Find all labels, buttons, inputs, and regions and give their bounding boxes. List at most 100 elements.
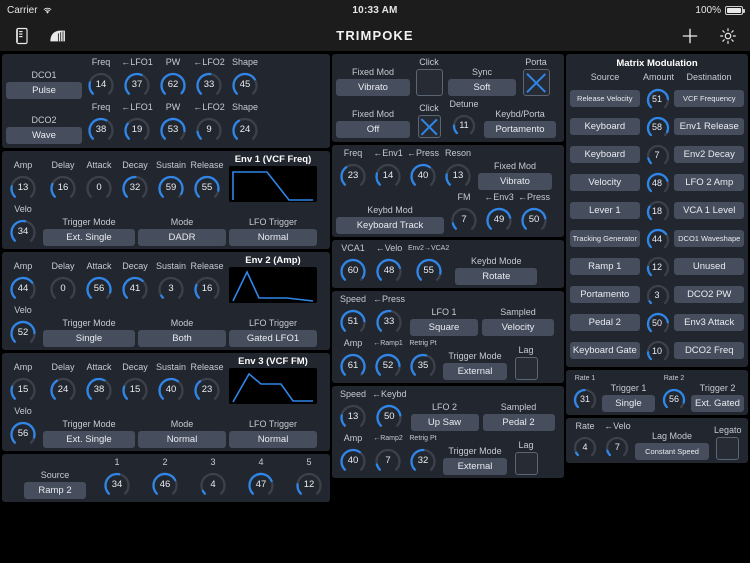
matrix-destination-button[interactable]: DCO2 PW — [674, 286, 745, 303]
matrix-source-button[interactable]: Tracking Generator — [570, 230, 640, 247]
env2-release-knob[interactable]: 16 — [190, 273, 224, 303]
vcf-press-knob[interactable]: 40 — [406, 160, 440, 190]
vcf-fm-knob[interactable]: 7 — [447, 204, 481, 234]
matrix-destination-button[interactable]: Unused — [674, 258, 745, 275]
dco1-fixedmod-button[interactable]: Vibrato — [336, 79, 410, 96]
env3-decay-knob[interactable]: 15 — [118, 374, 152, 404]
matrix-destination-button[interactable]: Env3 Attack — [674, 314, 745, 331]
env3-delay-knob[interactable]: 24 — [46, 374, 80, 404]
env3-release-knob[interactable]: 23 — [190, 374, 224, 404]
dco2-shape-knob[interactable]: 24 — [228, 114, 262, 144]
lfo1-sampled-button[interactable]: Velocity — [482, 319, 554, 336]
vcf-env1-knob[interactable]: 14 — [371, 160, 405, 190]
matrix-amount-knob[interactable]: 51 — [643, 85, 672, 112]
dco1-shape-knob[interactable]: 45 — [228, 69, 262, 99]
lfo1-press-knob[interactable]: 33 — [372, 306, 406, 336]
dco2-click-checkbox[interactable] — [417, 115, 441, 138]
dco2-pw-knob[interactable]: 53 — [156, 114, 190, 144]
rate2-knob[interactable]: 56 — [659, 385, 689, 412]
env1-mode-button[interactable]: DADR — [138, 229, 226, 246]
lfo2-retrig-knob[interactable]: 32 — [406, 445, 440, 475]
tracking-source-button[interactable]: Ramp 2 — [24, 482, 86, 499]
porta-velo-knob[interactable]: 7 — [602, 433, 632, 460]
legato-checkbox[interactable] — [716, 437, 740, 460]
matrix-destination-button[interactable]: VCF Frequency — [674, 90, 745, 107]
matrix-source-button[interactable]: Velocity — [570, 174, 640, 191]
dco2-freq-knob[interactable]: 38 — [84, 114, 118, 144]
matrix-amount-knob[interactable]: 10 — [643, 337, 672, 364]
lfo1-amp-knob[interactable]: 61 — [336, 350, 370, 380]
env3-mode-button[interactable]: Normal — [138, 431, 226, 448]
rate1-knob[interactable]: 31 — [570, 385, 600, 412]
env2-decay-knob[interactable]: 41 — [118, 273, 152, 303]
env3-velo-knob[interactable]: 56 — [6, 418, 40, 448]
matrix-destination-button[interactable]: LFO 2 Amp — [674, 174, 745, 191]
matrix-source-button[interactable]: Portamento — [570, 286, 640, 303]
lfo2-keybd-knob[interactable]: 50 — [372, 401, 406, 431]
lfo2-ramp-knob[interactable]: 7 — [371, 445, 405, 475]
env2-amp-knob[interactable]: 44 — [6, 273, 40, 303]
env2-velo-knob[interactable]: 52 — [6, 317, 40, 347]
matrix-amount-knob[interactable]: 12 — [643, 253, 672, 280]
env1-delay-knob[interactable]: 16 — [46, 172, 80, 202]
dco1-wave-button[interactable]: Pulse — [6, 82, 82, 99]
env3-sustain-knob[interactable]: 40 — [154, 374, 188, 404]
matrix-amount-knob[interactable]: 18 — [643, 197, 672, 224]
env2-trigger-button[interactable]: Single — [43, 330, 135, 347]
dco2-lfo1-knob[interactable]: 19 — [120, 114, 154, 144]
vcf-keybdmod-button[interactable]: Keyboard Track — [336, 217, 444, 234]
lfo1-wave-button[interactable]: Square — [410, 319, 478, 336]
trigger2-button[interactable]: Ext. Gated — [691, 395, 744, 412]
tracking-point-3-knob[interactable]: 4 — [196, 469, 230, 499]
matrix-destination-button[interactable]: VCA 1 Level — [674, 202, 745, 219]
document-icon[interactable] — [12, 26, 32, 46]
vcf-freq-knob[interactable]: 23 — [336, 160, 370, 190]
matrix-source-button[interactable]: Keyboard Gate — [570, 342, 640, 359]
dco1-pw-knob[interactable]: 62 — [156, 69, 190, 99]
env2-lfotrig-button[interactable]: Gated LFO1 — [229, 330, 317, 347]
matrix-source-button[interactable]: Release Velocity — [570, 90, 640, 107]
env1-velo-knob[interactable]: 34 — [6, 216, 40, 246]
matrix-destination-button[interactable]: Env1 Release — [674, 118, 745, 135]
env1-sustain-knob[interactable]: 59 — [154, 172, 188, 202]
env2-sustain-knob[interactable]: 3 — [154, 273, 188, 303]
env2-delay-knob[interactable]: 0 — [46, 273, 80, 303]
dco1-freq-knob[interactable]: 14 — [84, 69, 118, 99]
dco2-wave-button[interactable]: Wave — [6, 127, 82, 144]
dco1-lfo2-knob[interactable]: 33 — [192, 69, 226, 99]
env1-decay-knob[interactable]: 32 — [118, 172, 152, 202]
vcf-reson-knob[interactable]: 13 — [441, 160, 475, 190]
tracking-point-2-knob[interactable]: 46 — [148, 469, 182, 499]
vcf-env3-knob[interactable]: 49 — [482, 204, 516, 234]
matrix-source-button[interactable]: Keyboard — [570, 146, 640, 163]
matrix-source-button[interactable]: Keyboard — [570, 118, 640, 135]
matrix-amount-knob[interactable]: 50 — [643, 309, 672, 336]
matrix-source-button[interactable]: Lever 1 — [570, 202, 640, 219]
lfo2-trigger-button[interactable]: External — [443, 458, 507, 475]
tracking-point-4-knob[interactable]: 47 — [244, 469, 278, 499]
env1-lfotrig-button[interactable]: Normal — [229, 229, 317, 246]
lfo1-ramp-knob[interactable]: 52 — [371, 350, 405, 380]
env3-amp-knob[interactable]: 15 — [6, 374, 40, 404]
env3-lfotrig-button[interactable]: Normal — [229, 431, 317, 448]
lfo2-amp-knob[interactable]: 40 — [336, 445, 370, 475]
env1-amp-knob[interactable]: 13 — [6, 172, 40, 202]
lfo1-lag-checkbox[interactable] — [514, 357, 538, 380]
matrix-amount-knob[interactable]: 44 — [643, 225, 672, 252]
matrix-source-button[interactable]: Ramp 1 — [570, 258, 640, 275]
dco-sync-button[interactable]: Soft — [448, 79, 516, 96]
matrix-amount-knob[interactable]: 3 — [643, 281, 672, 308]
matrix-source-button[interactable]: Pedal 2 — [570, 314, 640, 331]
env1-release-knob[interactable]: 55 — [190, 172, 224, 202]
vca-velo-knob[interactable]: 48 — [372, 255, 406, 285]
vca-keybdmode-button[interactable]: Rotate — [455, 268, 538, 285]
vca-env2vca2-knob[interactable]: 55 — [412, 255, 446, 285]
dco2-lfo2-knob[interactable]: 9 — [192, 114, 226, 144]
dco-porta-checkbox[interactable] — [522, 69, 550, 96]
env1-attack-knob[interactable]: 0 — [82, 172, 116, 202]
matrix-amount-knob[interactable]: 58 — [643, 113, 672, 140]
trigger1-button[interactable]: Single — [602, 395, 655, 412]
dco2-fixedmod-button[interactable]: Off — [336, 121, 410, 138]
dco1-lfo1-knob[interactable]: 37 — [120, 69, 154, 99]
env1-trigger-button[interactable]: Ext. Single — [43, 229, 135, 246]
